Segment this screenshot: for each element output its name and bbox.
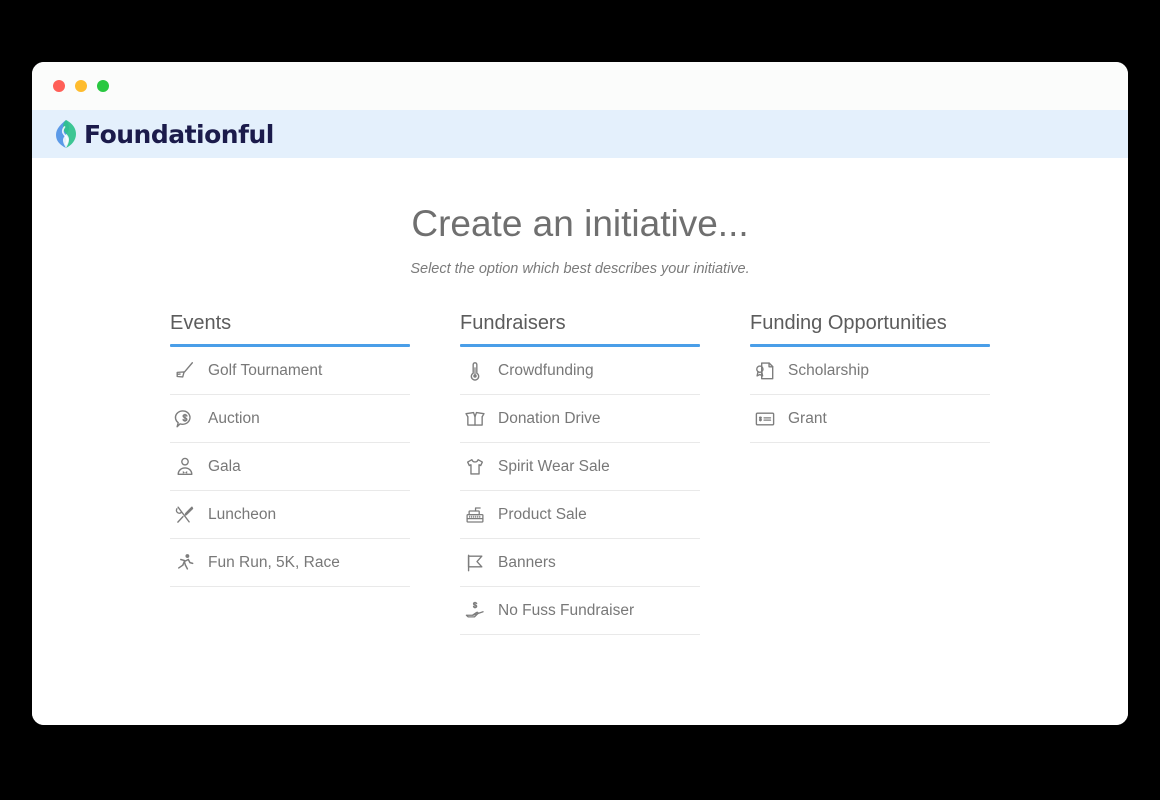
column-title-events: Events (170, 312, 232, 335)
option-label: Scholarship (788, 361, 869, 379)
page-content: Create an initiative... Select the optio… (32, 158, 1128, 725)
option-banners[interactable]: Banners (460, 539, 700, 588)
option-no-fuss-fundraiser[interactable]: No Fuss Fundraiser (460, 587, 700, 636)
page-title: Create an initiative... (411, 203, 749, 244)
option-luncheon[interactable]: Luncheon (170, 491, 410, 540)
column-title-fundraisers: Fundraisers (460, 312, 566, 335)
option-list-events: Golf Tournament Auction Gala Luncheon Fu… (170, 347, 410, 588)
option-crowdfunding[interactable]: Crowdfunding (460, 347, 700, 396)
option-label: Crowdfunding (498, 361, 594, 379)
check-card-icon (752, 406, 778, 432)
foundationful-leaf-icon (53, 119, 79, 149)
category-column-funding-opportunities: Funding Opportunities Scholarship Grant (750, 312, 990, 444)
maximize-button[interactable] (97, 80, 109, 92)
option-grant[interactable]: Grant (750, 395, 990, 444)
open-box-icon (462, 406, 488, 432)
golf-club-icon (172, 358, 198, 384)
option-label: Product Sale (498, 505, 587, 523)
person-bowtie-icon (172, 454, 198, 480)
running-person-icon (172, 550, 198, 576)
option-list-funding-opportunities: Scholarship Grant (750, 347, 990, 444)
option-fun-run[interactable]: Fun Run, 5K, Race (170, 539, 410, 588)
award-document-icon (752, 358, 778, 384)
cash-register-icon (462, 502, 488, 528)
dollar-speech-bubble-icon (172, 406, 198, 432)
minimize-button[interactable] (75, 80, 87, 92)
option-label: Luncheon (208, 505, 277, 523)
option-label: Grant (788, 409, 827, 427)
thermometer-icon (462, 358, 488, 384)
option-label: Golf Tournament (208, 361, 323, 379)
window-titlebar (32, 62, 1128, 110)
flag-icon (462, 550, 488, 576)
option-gala[interactable]: Gala (170, 443, 410, 492)
option-label: Gala (208, 457, 241, 475)
option-label: No Fuss Fundraiser (498, 601, 635, 619)
initiative-categories: Events Golf Tournament Auction Gala Lunc… (170, 312, 990, 636)
option-auction[interactable]: Auction (170, 395, 410, 444)
option-label: Spirit Wear Sale (498, 457, 610, 475)
category-column-fundraisers: Fundraisers Crowdfunding Donation Drive … (460, 312, 700, 636)
column-title-funding-opportunities: Funding Opportunities (750, 312, 947, 335)
window-controls (53, 80, 109, 92)
hand-dollar-icon (462, 598, 488, 624)
option-label: Banners (498, 553, 556, 571)
option-label: Donation Drive (498, 409, 601, 427)
option-list-fundraisers: Crowdfunding Donation Drive Spirit Wear … (460, 347, 700, 636)
app-window: Foundationful Create an initiative... Se… (32, 62, 1128, 725)
category-column-events: Events Golf Tournament Auction Gala Lunc… (170, 312, 410, 588)
brand-name: Foundationful (84, 119, 274, 149)
tshirt-icon (462, 454, 488, 480)
option-donation-drive[interactable]: Donation Drive (460, 395, 700, 444)
option-golf-tournament[interactable]: Golf Tournament (170, 347, 410, 396)
crossed-utensils-icon (172, 502, 198, 528)
option-label: Auction (208, 409, 260, 427)
option-product-sale[interactable]: Product Sale (460, 491, 700, 540)
option-label: Fun Run, 5K, Race (208, 553, 340, 571)
app-header: Foundationful (32, 110, 1128, 158)
close-button[interactable] (53, 80, 65, 92)
option-scholarship[interactable]: Scholarship (750, 347, 990, 396)
page-subtitle: Select the option which best describes y… (410, 261, 750, 278)
option-spirit-wear-sale[interactable]: Spirit Wear Sale (460, 443, 700, 492)
